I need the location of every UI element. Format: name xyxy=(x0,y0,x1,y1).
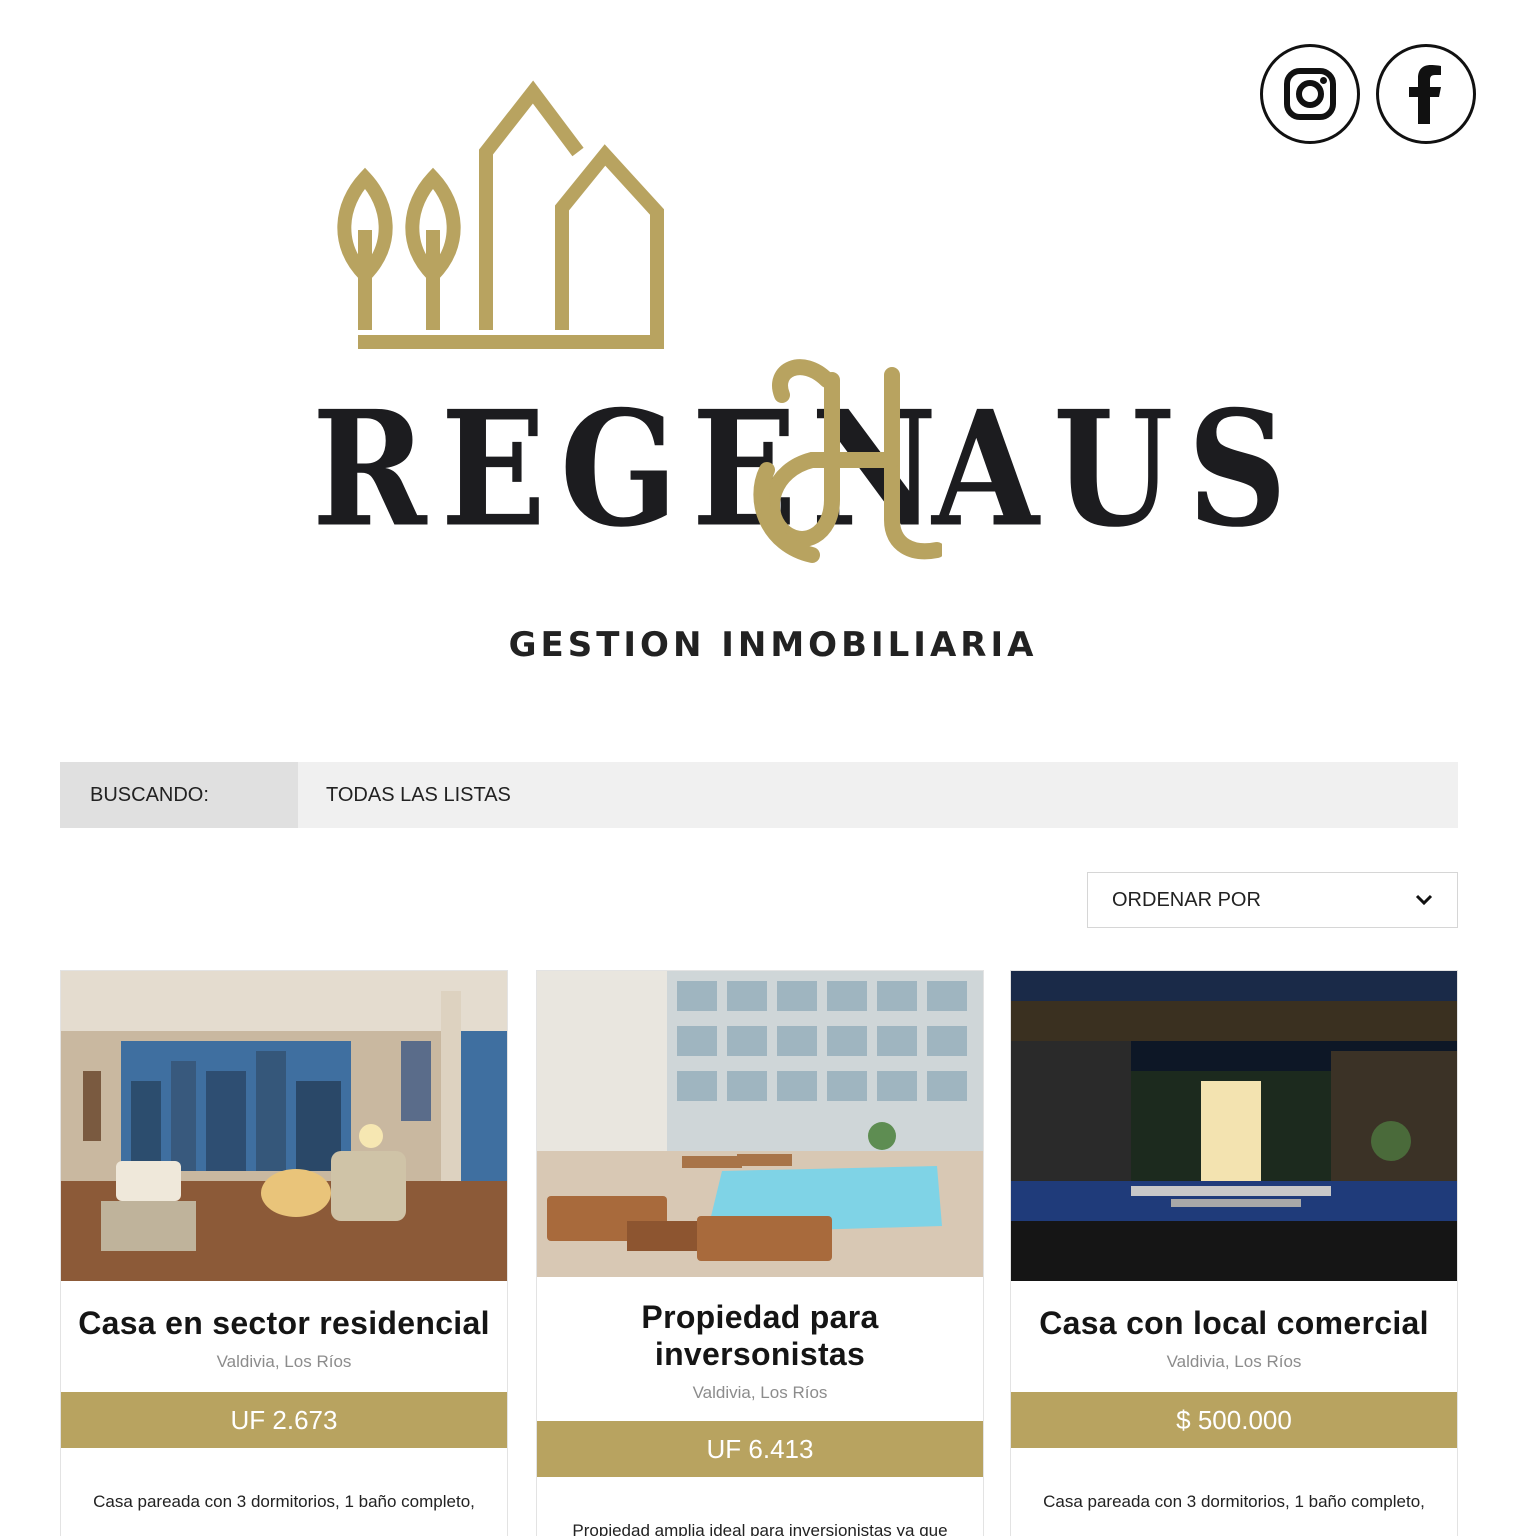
listing-photo-living-room[interactable] xyxy=(61,971,507,1281)
brand-wordmark: REGEN AUS xyxy=(312,350,1287,640)
search-value[interactable]: TODAS LAS LISTAS xyxy=(298,762,511,828)
listing-description: Casa pareada con 3 dormitorios, 1 baño c… xyxy=(1043,1492,1425,1511)
search-label: BUSCANDO: xyxy=(60,762,298,828)
listing-title[interactable]: Casa en sector residencial xyxy=(61,1305,507,1342)
listing-price: UF 2.673 xyxy=(61,1392,507,1448)
listing-price: $ 500.000 xyxy=(1011,1392,1457,1448)
listing-location: Valdivia, Los Ríos xyxy=(1166,1352,1302,1371)
listing-description: Casa pareada con 3 dormitorios, 1 baño c… xyxy=(93,1492,475,1511)
search-filter-bar: BUSCANDO: TODAS LAS LISTAS xyxy=(60,762,1458,828)
listing-location: Valdivia, Los Ríos xyxy=(216,1352,352,1371)
chevron-down-icon xyxy=(1415,894,1433,906)
sort-label: ORDENAR POR xyxy=(1112,888,1261,911)
brand-name-right: AUS xyxy=(932,375,1302,563)
listing-photo-entrance[interactable] xyxy=(1011,971,1457,1281)
sort-dropdown[interactable]: ORDENAR POR xyxy=(1087,872,1458,928)
houses-trees-logo-icon xyxy=(337,80,664,349)
listing-location: Valdivia, Los Ríos xyxy=(692,1383,828,1402)
listing-title[interactable]: Casa con local comercial xyxy=(1011,1305,1457,1342)
brand-logo: REGEN AUS GESTION INMOBILIARIA xyxy=(0,60,1536,680)
listing-photo-pool[interactable] xyxy=(537,971,983,1277)
listing-title[interactable]: Propiedad para inversonistas xyxy=(537,1299,983,1373)
ornamental-h-icon xyxy=(753,359,942,563)
brand-tagline: GESTION INMOBILIARIA xyxy=(508,625,1038,665)
listing-card[interactable]: Propiedad para inversonistas Valdivia, L… xyxy=(536,970,984,1536)
listing-description: Propiedad amplia ideal para inversionist… xyxy=(572,1521,948,1536)
listing-card[interactable]: Casa con local comercial Valdivia, Los R… xyxy=(1010,970,1458,1536)
listing-card[interactable]: Casa en sector residencial Valdivia, Los… xyxy=(60,970,508,1536)
listing-price: UF 6.413 xyxy=(537,1421,983,1477)
